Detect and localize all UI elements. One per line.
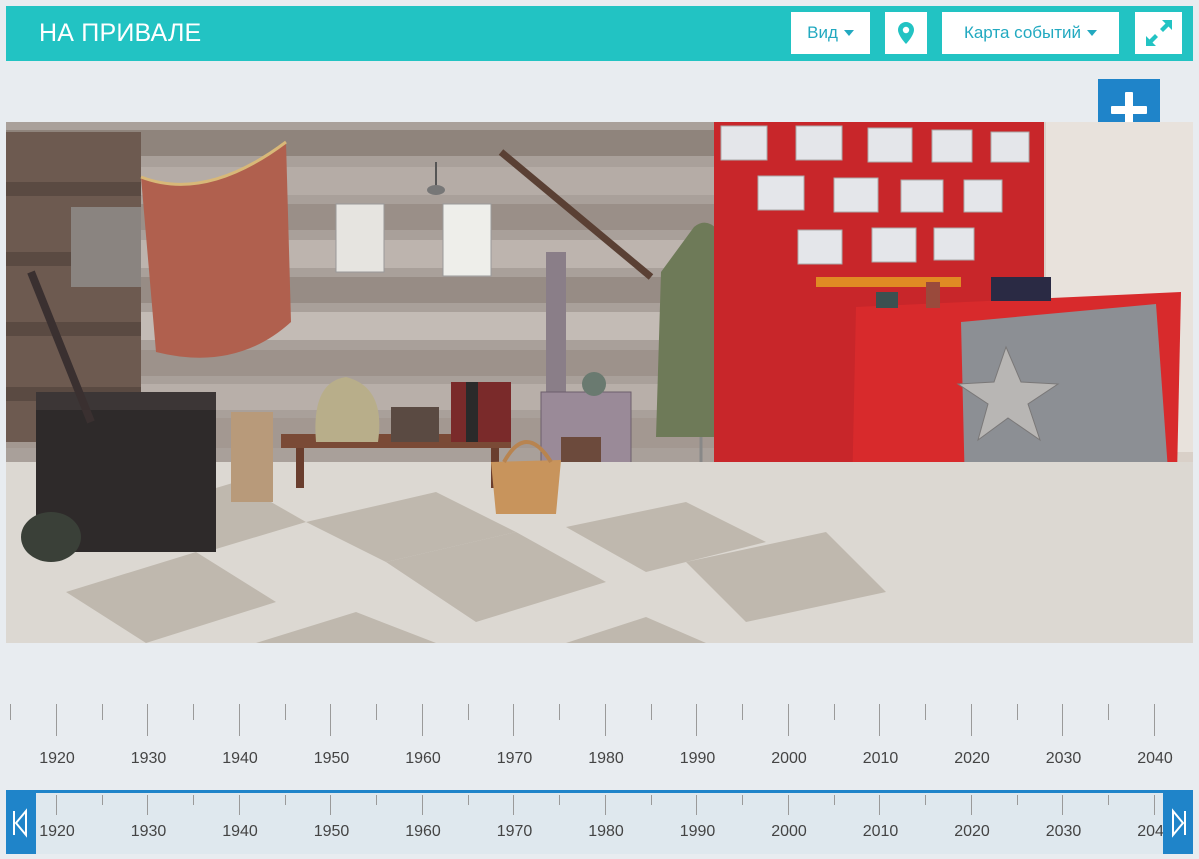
exhibit-illustration xyxy=(6,122,1193,643)
timeline-tick xyxy=(787,704,789,736)
timeline-tick xyxy=(1153,704,1155,736)
slider-year-label: 1960 xyxy=(405,823,441,840)
timeline-tick xyxy=(604,704,606,736)
header-bar: НА ПРИВАЛЕ Вид Карта событий xyxy=(6,6,1193,61)
timeline-tick xyxy=(376,704,377,720)
timeline-tick xyxy=(284,704,286,720)
slider-tick xyxy=(1108,795,1109,805)
slider-tick xyxy=(284,795,286,805)
slider-tick xyxy=(970,795,972,815)
slider-tick xyxy=(833,795,835,805)
view-dropdown[interactable]: Вид xyxy=(791,12,870,54)
slider-tick xyxy=(101,795,103,805)
map-pin-icon xyxy=(898,22,914,44)
slider-tick xyxy=(787,795,789,815)
chevron-right-icon xyxy=(1172,808,1186,838)
slider-year-label: 1920 xyxy=(39,823,75,840)
slider-year-label: 2000 xyxy=(771,823,807,840)
slider-tick xyxy=(1016,795,1018,805)
timeline-ruler[interactable]: 1920 1930 1940 1950 1960 1970 1980 1990 2000 2010… xyxy=(0,690,1199,780)
timeline-year-label: 1990 xyxy=(679,750,716,767)
timeline-tick xyxy=(879,704,881,736)
timeline-range-slider[interactable]: 1920 1930 1940 1950 1960 1970 1980 1990 2000 2010… xyxy=(6,790,1193,854)
timeline-tick xyxy=(925,704,926,720)
timeline-tick xyxy=(330,704,332,736)
timeline-tick xyxy=(238,704,240,736)
fullscreen-button[interactable] xyxy=(1135,12,1182,54)
timeline-year-label: 2020 xyxy=(954,750,990,767)
timeline-tick xyxy=(101,704,103,720)
slider-year-label: 2020 xyxy=(954,823,990,840)
slider-tick xyxy=(238,795,240,815)
event-map-dropdown[interactable]: Карта событий xyxy=(942,12,1119,54)
slider-year-label: 1930 xyxy=(130,823,167,840)
timeline-year-label: 1920 xyxy=(39,750,75,767)
range-start-handle[interactable] xyxy=(6,793,36,854)
slider-tick xyxy=(696,795,698,815)
timeline-tick xyxy=(513,704,515,736)
timeline-tick xyxy=(970,704,972,736)
slider-tick xyxy=(559,795,560,805)
timeline-tick xyxy=(650,704,652,720)
slider-tick xyxy=(879,795,881,815)
timeline-tick xyxy=(193,704,194,720)
page-title: НА ПРИВАЛЕ xyxy=(39,19,202,47)
timeline-tick xyxy=(55,704,57,736)
panorama-image[interactable] xyxy=(6,122,1193,643)
timeline-year-label: 1960 xyxy=(405,750,441,767)
slider-tick xyxy=(604,795,606,815)
timeline-year-label: 2030 xyxy=(1045,750,1082,767)
slider-year-label: 2030 xyxy=(1045,823,1082,840)
timeline-tick xyxy=(833,704,835,720)
range-end-handle[interactable] xyxy=(1163,793,1193,854)
slider-tick xyxy=(742,795,743,805)
timeline-tick xyxy=(559,704,560,720)
view-dropdown-label: Вид xyxy=(807,23,838,42)
timeline-year-label: 2040 xyxy=(1137,750,1173,767)
caret-down-icon xyxy=(843,30,854,36)
timeline-year-label: 2000 xyxy=(771,750,807,767)
slider-tick xyxy=(1153,795,1155,815)
slider-tick xyxy=(513,795,515,815)
timeline-tick xyxy=(1108,704,1109,720)
timeline-tick xyxy=(421,704,423,736)
timeline-tick xyxy=(742,704,743,720)
slider-tick xyxy=(925,795,926,805)
timeline-year-label: 1970 xyxy=(496,750,533,767)
slider-tick xyxy=(467,795,469,805)
slider-tick xyxy=(421,795,423,815)
timeline-year-label: 1950 xyxy=(313,750,350,767)
slider-year-label: 1940 xyxy=(222,823,258,840)
slider-tick xyxy=(330,795,332,815)
slider-tick xyxy=(193,795,194,805)
caret-down-icon xyxy=(1087,30,1098,36)
event-map-label: Карта событий xyxy=(963,23,1082,42)
slider-tick xyxy=(147,795,149,815)
timeline-year-label: 1930 xyxy=(130,750,167,767)
timeline-tick xyxy=(147,704,149,736)
timeline-year-label: 1940 xyxy=(222,750,258,767)
slider-tick xyxy=(376,795,377,805)
slider-year-label: 1970 xyxy=(496,823,533,840)
slider-tick xyxy=(1062,795,1064,815)
chevron-left-icon xyxy=(13,808,27,838)
slider-year-label: 1990 xyxy=(679,823,716,840)
expand-icon xyxy=(1145,20,1172,46)
slider-year-label: 1950 xyxy=(313,823,350,840)
timeline-tick xyxy=(1016,704,1018,720)
timeline-tick xyxy=(1062,704,1064,736)
slider-tick xyxy=(55,795,57,815)
timeline-year-label: 1980 xyxy=(588,750,624,767)
timeline-tick xyxy=(467,704,469,720)
slider-year-label: 1980 xyxy=(588,823,624,840)
location-button[interactable] xyxy=(885,12,927,54)
slider-year-label: 2010 xyxy=(862,823,899,840)
timeline-year-label: 2010 xyxy=(862,750,899,767)
slider-tick xyxy=(650,795,652,805)
timeline-tick xyxy=(10,704,11,720)
timeline-tick xyxy=(696,704,698,736)
